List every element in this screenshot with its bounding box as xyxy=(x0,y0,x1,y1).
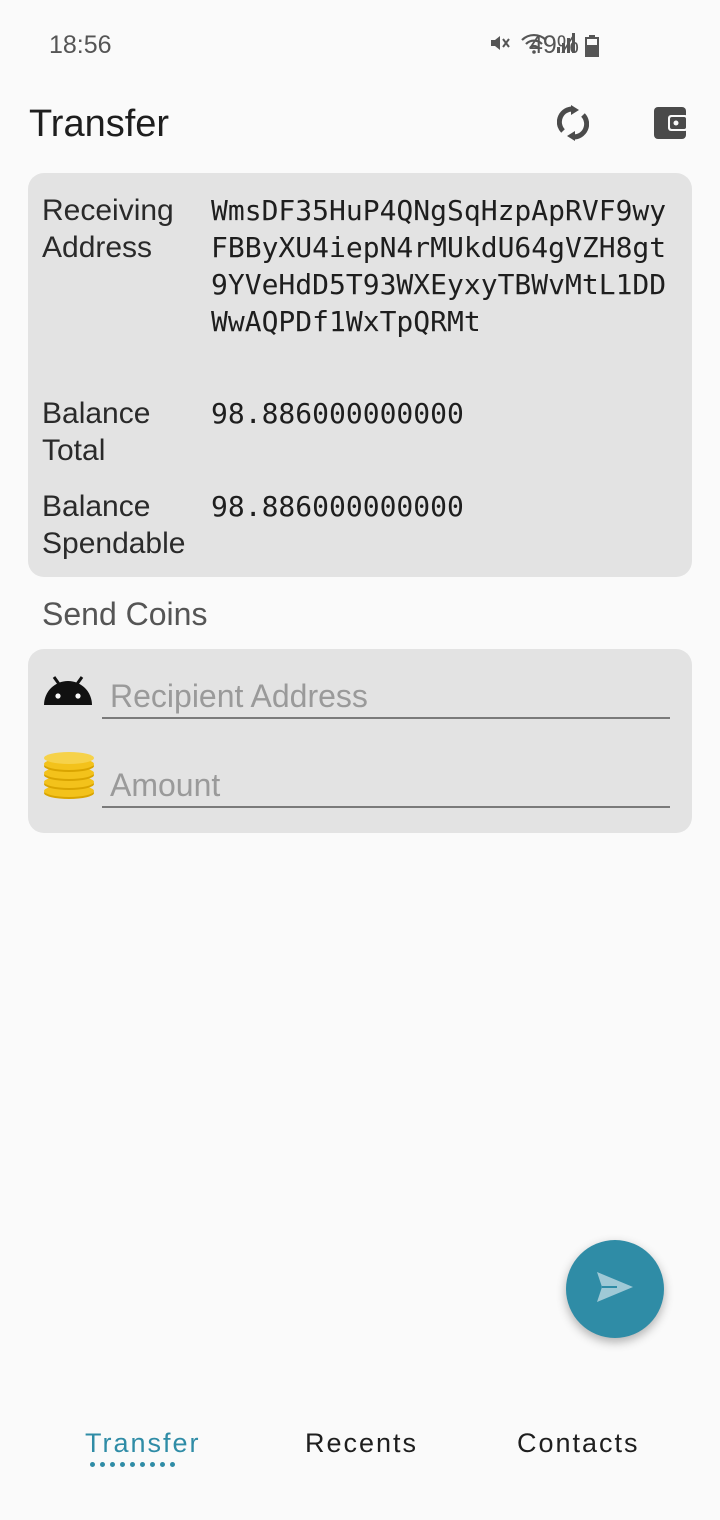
receiving-address-value: WmsDF35HuP4QNgSqHzpApRVF9wyFBByXU4iepN4r… xyxy=(211,194,667,338)
send-coins-heading: Send Coins xyxy=(42,596,208,632)
wallet-button[interactable] xyxy=(650,104,692,146)
recipient-address-input[interactable] xyxy=(102,675,670,719)
balance-spendable-value: 98.886000000000 xyxy=(211,490,464,523)
balance-total-value: 98.886000000000 xyxy=(211,397,464,430)
battery-icon xyxy=(585,35,599,62)
android-icon xyxy=(42,675,94,712)
bottom-navigation: Transfer Recents Contacts xyxy=(0,1410,720,1520)
page-title: Transfer xyxy=(29,103,170,145)
receiving-address-label: Receiving Address xyxy=(42,194,174,264)
account-info-card: Receiving Address WmsDF35HuP4QNgSqHzpApR… xyxy=(28,173,692,577)
tab-transfer[interactable]: Transfer xyxy=(85,1428,201,1459)
balance-spendable-label: Balance Spendable xyxy=(42,490,186,560)
sync-icon xyxy=(556,104,590,146)
sync-button[interactable] xyxy=(552,104,594,146)
active-tab-indicator xyxy=(90,1462,175,1467)
send-button[interactable] xyxy=(566,1240,664,1338)
wallet-icon xyxy=(653,106,689,145)
tab-contacts[interactable]: Contacts xyxy=(517,1428,640,1459)
amount-input[interactable] xyxy=(102,764,670,808)
status-bar: 18:56 49% xyxy=(0,0,720,92)
coins-icon xyxy=(42,751,96,806)
mute-icon xyxy=(488,31,512,55)
balance-total-label: Balance Total xyxy=(42,397,151,467)
tab-recents[interactable]: Recents xyxy=(305,1428,418,1459)
send-icon xyxy=(595,1270,635,1309)
status-time: 18:56 xyxy=(49,31,112,59)
battery-percent: 49% xyxy=(529,31,580,59)
send-coins-card xyxy=(28,649,692,833)
